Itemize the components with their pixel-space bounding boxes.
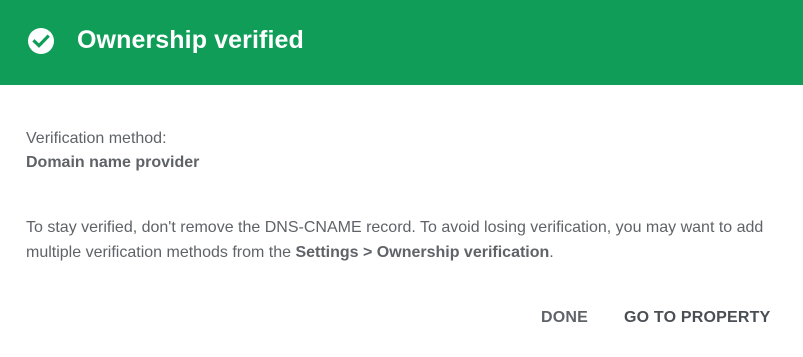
check-circle-icon (28, 28, 54, 54)
go-to-property-button[interactable]: GO TO PROPERTY (624, 300, 771, 336)
settings-path-text: Settings > Ownership verification (295, 244, 550, 261)
verification-method-label: Verification method: (26, 130, 167, 147)
dialog-title: Ownership verified (77, 26, 304, 54)
ownership-verified-dialog: Ownership verified Verification method: … (0, 0, 803, 357)
done-button[interactable]: DONE (541, 300, 588, 336)
notice-text-end: . (549, 244, 554, 261)
verification-notice: To stay verified, don't remove the DNS-C… (26, 215, 786, 265)
verification-method-value: Domain name provider (26, 154, 200, 171)
dialog-header: Ownership verified (0, 0, 803, 85)
